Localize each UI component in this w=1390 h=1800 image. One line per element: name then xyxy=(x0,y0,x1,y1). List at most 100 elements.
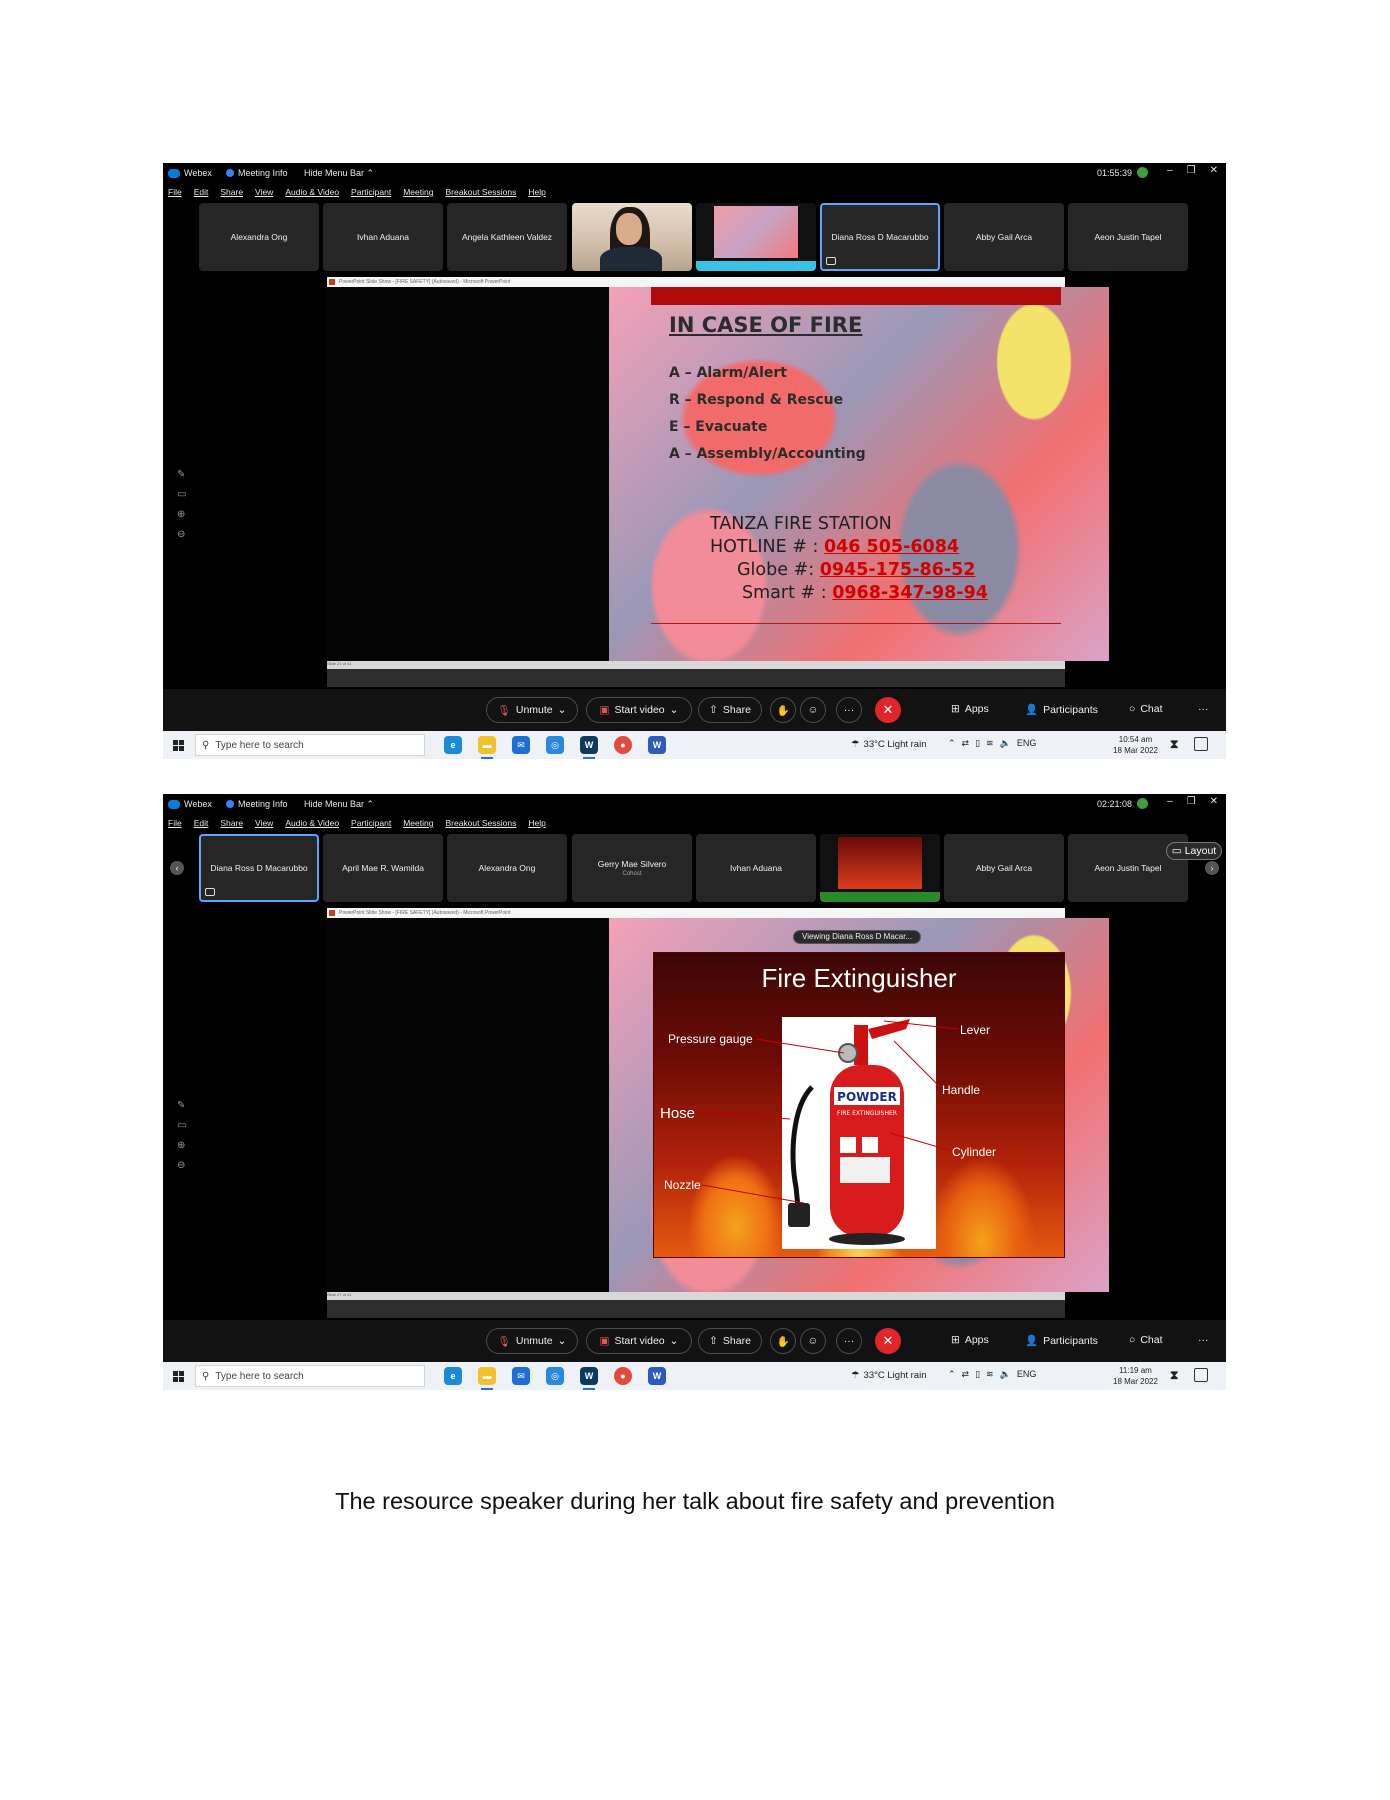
messaging-icon[interactable]: ◎ xyxy=(546,736,564,754)
webex-taskbar-icon[interactable]: W xyxy=(580,736,598,759)
raise-hand-button[interactable]: ✋ xyxy=(770,1328,796,1354)
weather-widget[interactable]: ☂ 33°C Light rain xyxy=(851,739,926,750)
participant-tile[interactable]: Ivhan Aduana xyxy=(696,834,816,902)
menu-file[interactable]: File xyxy=(168,187,182,197)
menu-view[interactable]: View xyxy=(255,818,273,828)
reactions-button[interactable]: ☺ xyxy=(800,1328,826,1354)
overflow-button[interactable]: ··· xyxy=(1198,1334,1209,1346)
minimize-icon[interactable]: – xyxy=(1167,796,1173,807)
leave-meeting-button[interactable]: ✕ xyxy=(875,1328,901,1354)
menu-audio-video[interactable]: Audio & Video xyxy=(285,187,339,197)
webex-app-menu[interactable]: Webex xyxy=(168,799,218,809)
webex-taskbar-icon[interactable]: W xyxy=(580,1367,598,1390)
more-options-button[interactable]: ··· xyxy=(836,697,862,723)
volume-icon[interactable]: 🔈 xyxy=(1000,1369,1011,1380)
menu-participant[interactable]: Participant xyxy=(351,187,391,197)
raise-hand-button[interactable]: ✋ xyxy=(770,697,796,723)
layout-button[interactable]: ▭ Layout xyxy=(1166,842,1222,860)
chrome-icon[interactable]: ● xyxy=(614,736,632,754)
menu-edit[interactable]: Edit xyxy=(194,818,209,828)
annotate-icon[interactable]: ✎ xyxy=(177,469,186,480)
participants-button[interactable]: 👤 Participants xyxy=(1025,1334,1098,1348)
mail-icon[interactable]: ✉ xyxy=(512,736,530,754)
menu-help[interactable]: Help xyxy=(528,818,545,828)
close-icon[interactable]: ✕ xyxy=(1210,796,1218,807)
word-icon[interactable]: W xyxy=(648,736,666,754)
weather-widget[interactable]: ☂ 33°C Light rain xyxy=(851,1370,926,1381)
smart-number[interactable]: 0968-347-98-94 xyxy=(832,583,988,603)
battery-icon[interactable]: ▯ xyxy=(975,738,980,749)
network-icon[interactable]: ⇄ xyxy=(962,738,970,749)
remote-control-icon[interactable]: ▭ xyxy=(177,489,186,500)
zoom-in-icon[interactable]: ⊕ xyxy=(177,1140,186,1151)
volume-icon[interactable]: 🔈 xyxy=(1000,738,1011,749)
wifi-icon[interactable]: ≋ xyxy=(986,738,994,749)
participant-tile[interactable]: Angela Kathleen Valdez xyxy=(447,203,567,271)
chevron-up-icon[interactable]: ⌃ xyxy=(948,1369,956,1380)
reactions-button[interactable]: ☺ xyxy=(800,697,826,723)
participant-tile-presenter[interactable]: Diana Ross D Macarubbo xyxy=(199,834,319,902)
taskbar-search[interactable]: ⚲ Type here to search xyxy=(195,1365,425,1387)
menu-participant[interactable]: Participant xyxy=(351,818,391,828)
more-options-button[interactable]: ··· xyxy=(836,1328,862,1354)
chat-button[interactable]: ○ Chat xyxy=(1129,1334,1163,1346)
participant-tile[interactable]: Abby Gail Arca xyxy=(944,834,1064,902)
speaker-video-tile[interactable] xyxy=(572,203,692,271)
apps-button[interactable]: ⊞ Apps xyxy=(951,1334,989,1346)
menu-file[interactable]: File xyxy=(168,818,182,828)
meeting-info-button[interactable]: Meeting Info xyxy=(226,799,298,809)
windows-start-icon[interactable] xyxy=(173,1371,184,1382)
edge-icon[interactable]: e xyxy=(444,1367,462,1385)
taskbar-clock[interactable]: 10:54 am 18 Mar 2022 xyxy=(1113,734,1158,756)
zoom-out-icon[interactable]: ⊖ xyxy=(177,1160,186,1171)
chat-button[interactable]: ○ Chat xyxy=(1129,703,1163,715)
restore-icon[interactable]: ❐ xyxy=(1187,165,1196,176)
menu-edit[interactable]: Edit xyxy=(194,187,209,197)
notification-icon[interactable] xyxy=(1194,1368,1208,1382)
menu-share[interactable]: Share xyxy=(220,187,243,197)
zoom-in-icon[interactable]: ⊕ xyxy=(177,509,186,520)
unmute-button[interactable]: 🎙 Unmute ⌄ xyxy=(486,697,578,723)
hotline-number[interactable]: 046 505-6084 xyxy=(824,537,959,557)
wifi-icon[interactable]: ≋ xyxy=(986,1369,994,1380)
windows-start-icon[interactable] xyxy=(173,740,184,751)
start-video-button[interactable]: ▣ Start video ⌄ xyxy=(586,697,692,723)
menu-help[interactable]: Help xyxy=(528,187,545,197)
activity-icon[interactable]: ⧗ xyxy=(1170,1368,1178,1383)
hide-menu-bar-button[interactable]: Hide Menu Bar ⌃ xyxy=(304,799,374,810)
menu-meeting[interactable]: Meeting xyxy=(403,818,433,828)
meeting-info-button[interactable]: Meeting Info xyxy=(226,168,298,178)
messaging-icon[interactable]: ◎ xyxy=(546,1367,564,1385)
activity-icon[interactable]: ⧗ xyxy=(1170,737,1178,752)
word-icon[interactable]: W xyxy=(648,1367,666,1385)
restore-icon[interactable]: ❐ xyxy=(1187,796,1196,807)
scroll-right-button[interactable]: › xyxy=(1205,861,1219,875)
participants-button[interactable]: 👤 Participants xyxy=(1025,703,1098,717)
globe-number[interactable]: 0945-175-86-52 xyxy=(820,560,976,580)
remote-control-icon[interactable]: ▭ xyxy=(177,1120,186,1131)
apps-button[interactable]: ⊞ Apps xyxy=(951,703,989,715)
shared-content-thumbnail[interactable] xyxy=(820,834,940,902)
start-video-button[interactable]: ▣ Start video ⌄ xyxy=(586,1328,692,1354)
chevron-up-icon[interactable]: ⌃ xyxy=(948,738,956,749)
language-indicator[interactable]: ENG xyxy=(1017,738,1037,749)
webex-app-menu[interactable]: Webex xyxy=(168,168,218,178)
annotate-icon[interactable]: ✎ xyxy=(177,1100,186,1111)
participant-tile[interactable]: Ivhan Aduana xyxy=(323,203,443,271)
language-indicator[interactable]: ENG xyxy=(1017,1369,1037,1380)
menu-meeting[interactable]: Meeting xyxy=(403,187,433,197)
edge-icon[interactable]: e xyxy=(444,736,462,754)
leave-meeting-button[interactable]: ✕ xyxy=(875,697,901,723)
file-explorer-icon[interactable]: ▬ xyxy=(478,1367,496,1390)
menu-breakout-sessions[interactable]: Breakout Sessions xyxy=(445,818,516,828)
shared-content-thumbnail[interactable] xyxy=(696,203,816,271)
notification-icon[interactable] xyxy=(1194,737,1208,751)
participant-tile[interactable]: April Mae R. Wamilda xyxy=(323,834,443,902)
taskbar-search[interactable]: ⚲ Type here to search xyxy=(195,734,425,756)
minimize-icon[interactable]: – xyxy=(1167,165,1173,176)
hide-menu-bar-button[interactable]: Hide Menu Bar ⌃ xyxy=(304,168,374,179)
participant-tile[interactable]: Abby Gail Arca xyxy=(944,203,1064,271)
overflow-button[interactable]: ··· xyxy=(1198,703,1209,715)
participant-tile[interactable]: Alexandra Ong xyxy=(447,834,567,902)
close-icon[interactable]: ✕ xyxy=(1210,165,1218,176)
